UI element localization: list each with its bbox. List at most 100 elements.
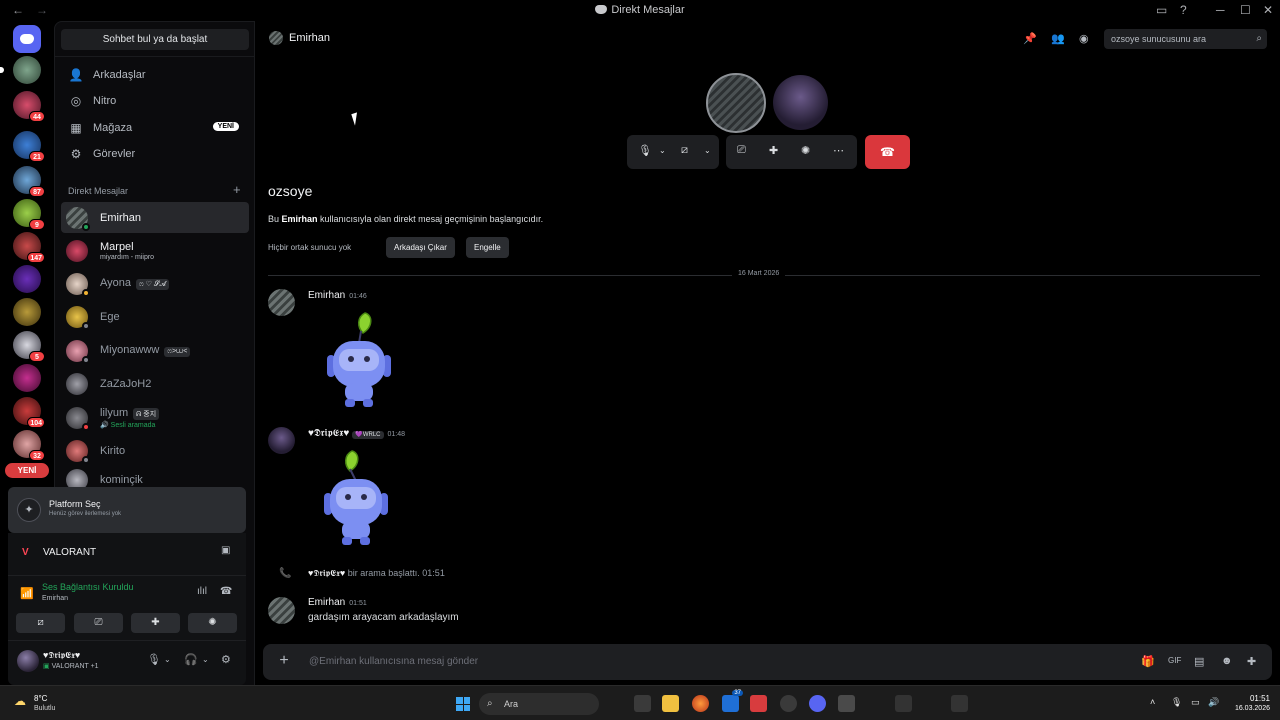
- dm-item[interactable]: Emirhan: [61, 202, 249, 233]
- microphone-icon[interactable]: 🎙: [147, 653, 161, 666]
- file-explorer-icon[interactable]: [662, 695, 679, 712]
- server-icon[interactable]: 87: [13, 166, 45, 197]
- new-badge[interactable]: YENİ: [5, 463, 49, 478]
- pin-icon[interactable]: 📌: [1023, 32, 1037, 45]
- steam-icon[interactable]: [780, 695, 797, 712]
- dm-item[interactable]: Miyonawww ෆ>⩊<: [61, 335, 249, 366]
- message-author[interactable]: Emirhan: [308, 597, 345, 608]
- server-icon[interactable]: [13, 298, 41, 326]
- help-icon[interactable]: ?: [1180, 3, 1187, 17]
- dm-item[interactable]: Ayona ෆ ♡ 𝓢𝓐: [61, 268, 249, 299]
- server-icon[interactable]: 44: [13, 91, 45, 122]
- block-button[interactable]: Engelle: [466, 237, 509, 258]
- nav-friends[interactable]: 👤 Arkadaşlar: [61, 63, 249, 87]
- camera-off-button[interactable]: ⧄: [16, 613, 65, 633]
- server-icon[interactable]: [13, 265, 41, 293]
- settings-gear-icon[interactable]: ⚙: [221, 653, 231, 666]
- message-input[interactable]: @Emirhan kullanıcısına mesaj gönder: [309, 656, 478, 667]
- disconnect-icon[interactable]: ☎: [220, 586, 232, 597]
- display-tray-icon[interactable]: ▭: [1191, 697, 1200, 708]
- call-participant-avatar[interactable]: [773, 75, 828, 130]
- server-icon[interactable]: [0, 56, 41, 84]
- gift-icon[interactable]: 🎁: [1141, 655, 1155, 668]
- remove-friend-button[interactable]: Arkadaşı Çıkar: [386, 237, 455, 258]
- nav-nitro[interactable]: ◎ Nitro: [61, 89, 249, 113]
- inbox-icon[interactable]: ▭: [1156, 3, 1167, 17]
- activities-button[interactable]: ✚: [131, 613, 180, 633]
- chevron-down-icon[interactable]: ⌄: [659, 146, 666, 155]
- server-icon[interactable]: [13, 364, 41, 392]
- screen-share-icon[interactable]: ⎚: [737, 144, 746, 157]
- apps-icon[interactable]: ✚: [1247, 655, 1256, 668]
- dm-item[interactable]: Ege: [61, 301, 249, 332]
- chevron-up-icon[interactable]: ˄: [1150, 697, 1155, 707]
- message-avatar[interactable]: [268, 597, 295, 624]
- gif-icon[interactable]: GIF: [1168, 656, 1181, 665]
- guild-tag[interactable]: 💜WRLC: [352, 431, 384, 439]
- call-participant-avatar[interactable]: [706, 73, 766, 133]
- dm-item[interactable]: lilyum ᕱ 중지 🔊 Sesli aramada: [61, 402, 249, 433]
- maximize-icon[interactable]: ☐: [1240, 3, 1251, 17]
- clock-time[interactable]: 01:51: [1238, 694, 1270, 703]
- add-friends-icon[interactable]: 👥: [1051, 32, 1065, 45]
- headphones-icon[interactable]: 🎧: [184, 653, 198, 666]
- message-author[interactable]: Emirhan: [308, 290, 345, 301]
- app-icon[interactable]: [838, 695, 855, 712]
- chevron-down-icon[interactable]: ⌄: [704, 146, 711, 155]
- find-conversation-button[interactable]: Sohbet bul ya da başlat: [61, 29, 249, 50]
- app-icon[interactable]: [750, 695, 767, 712]
- server-icon[interactable]: 104: [13, 397, 45, 428]
- screen-share-button[interactable]: ⎚: [74, 613, 123, 633]
- server-search-input[interactable]: ozsoye sunucusunu ara ⌕: [1104, 29, 1267, 49]
- windows-start-icon[interactable]: [456, 697, 470, 711]
- app-icon[interactable]: [951, 695, 968, 712]
- speaker-icon[interactable]: 🔊: [1208, 697, 1219, 708]
- emoji-icon[interactable]: ☻: [1221, 655, 1233, 667]
- message-avatar[interactable]: [268, 427, 295, 454]
- microphone-icon[interactable]: 🎙: [638, 144, 652, 157]
- firefox-icon[interactable]: [692, 695, 709, 712]
- user-name[interactable]: ♥𝕯𝖗𝖎𝖕𝕰𝖝♥: [43, 650, 80, 661]
- user-avatar[interactable]: [17, 650, 39, 672]
- camera-off-icon[interactable]: ⧄: [681, 144, 688, 157]
- taskbar-search[interactable]: ⌕ Ara: [479, 693, 599, 715]
- channel-title[interactable]: Emirhan: [289, 32, 330, 44]
- message-author[interactable]: ♥𝕯𝖗𝖎𝖕𝕰𝖝♥: [308, 428, 349, 439]
- home-button[interactable]: [13, 25, 41, 53]
- voice-channel[interactable]: Emirhan: [42, 595, 68, 602]
- message-avatar[interactable]: [268, 289, 295, 316]
- mail-icon[interactable]: 37: [722, 690, 743, 712]
- create-dm-icon[interactable]: +: [233, 182, 241, 197]
- chevron-down-icon[interactable]: ⌄: [202, 655, 209, 664]
- weather-cloud-icon[interactable]: ☁: [14, 694, 26, 708]
- voice-status[interactable]: Ses Bağlantısı Kuruldu: [42, 582, 134, 592]
- server-icon[interactable]: 5: [13, 331, 45, 362]
- server-icon[interactable]: 21: [13, 131, 45, 162]
- wumpus-sticker[interactable]: [321, 309, 397, 414]
- dm-item[interactable]: ZaZaJoH2: [61, 368, 249, 399]
- close-icon[interactable]: ✕: [1263, 3, 1273, 17]
- hang-up-button[interactable]: ☎: [865, 135, 910, 169]
- soundboard-icon[interactable]: ✺: [801, 144, 810, 157]
- activity-name[interactable]: VALORANT: [43, 547, 96, 558]
- weather-description[interactable]: Bulutlu: [34, 705, 55, 712]
- wumpus-sticker[interactable]: [318, 447, 394, 552]
- minimize-icon[interactable]: ─: [1216, 3, 1225, 17]
- microphone-tray-icon[interactable]: 🎙: [1171, 697, 1182, 708]
- clock-date[interactable]: 16.03.2026: [1228, 705, 1270, 712]
- server-icon[interactable]: 147: [13, 232, 45, 263]
- message-author[interactable]: ♥𝕯𝖗𝖎𝖕𝕰𝖝♥: [308, 568, 345, 578]
- platform-select-card[interactable]: ✦ Platform Seç Henüz görev ilerlemesi yo…: [8, 487, 246, 533]
- server-icon[interactable]: 9: [13, 199, 45, 230]
- nav-shop[interactable]: ▦ Mağaza YENİ: [61, 116, 249, 140]
- noise-suppression-icon[interactable]: ılıl: [197, 586, 207, 597]
- activity-screen-icon[interactable]: ▣: [221, 545, 230, 556]
- soundboard-button[interactable]: ✺: [188, 613, 237, 633]
- more-options-icon[interactable]: ⋯: [833, 144, 844, 157]
- sticker-icon[interactable]: ▤: [1194, 655, 1204, 668]
- app-icon[interactable]: [895, 695, 912, 712]
- weather-temperature[interactable]: 8°C: [34, 694, 47, 703]
- nav-quests[interactable]: ⚙ Görevler: [61, 142, 249, 166]
- activities-icon[interactable]: ✚: [769, 144, 778, 157]
- chevron-down-icon[interactable]: ⌄: [164, 655, 171, 664]
